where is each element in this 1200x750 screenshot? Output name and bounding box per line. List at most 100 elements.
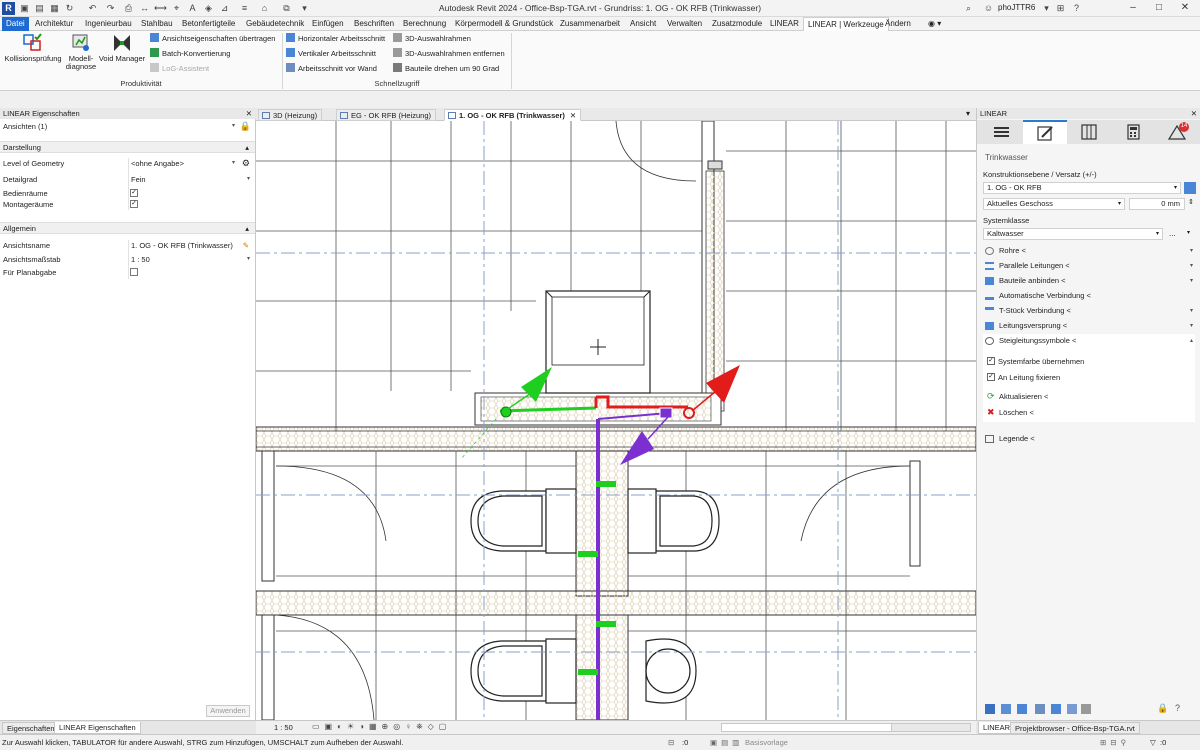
geschoss-select[interactable]: Aktuelles Geschoss ▾ xyxy=(983,198,1125,210)
category-darstellung[interactable]: Darstellung ▴ xyxy=(0,141,255,153)
chevron-down-icon[interactable]: ▾ xyxy=(1174,183,1177,193)
bauteile-anbinden-item[interactable]: Bauteile anbinden < ▾ xyxy=(983,274,1195,288)
tab-stahlbau[interactable]: Stahlbau xyxy=(137,17,177,31)
drawing-canvas[interactable] xyxy=(256,121,976,720)
chevron-down-icon[interactable]: ▾ xyxy=(232,121,235,132)
workset-icon[interactable]: ⊟ xyxy=(668,735,674,750)
chevron-down-icon[interactable]: ▾ xyxy=(247,174,250,185)
konstruktionsebene-select[interactable]: 1. OG - OK RFB ▾ xyxy=(983,182,1181,194)
chevron-down-icon[interactable]: ▾ xyxy=(232,158,235,169)
tab-aendern[interactable]: Ändern xyxy=(881,17,915,31)
fixieren-checkbox[interactable]: ✓ xyxy=(987,373,995,381)
legende-item[interactable]: Legende < xyxy=(983,432,1195,446)
close-icon[interactable]: ✕ xyxy=(246,108,252,119)
tab-verwalten[interactable]: Verwalten xyxy=(663,17,706,31)
chevron-down-icon[interactable]: ▾ xyxy=(1187,229,1190,236)
chevron-down-icon[interactable]: ▾ xyxy=(1190,274,1193,288)
automatische-verbindung-item[interactable]: Automatische Verbindung < xyxy=(983,289,1195,303)
calculator-icon[interactable] xyxy=(1111,120,1155,144)
tab-berechnung[interactable]: Berechnung xyxy=(399,17,450,31)
tab-zusammenarbeit[interactable]: Zusammenarbeit xyxy=(556,17,624,31)
tab-datei[interactable]: Datei xyxy=(2,17,29,31)
edit-icon[interactable] xyxy=(1023,120,1067,144)
import-icon[interactable] xyxy=(1001,704,1011,714)
search-icon[interactable]: ⌕ xyxy=(962,2,975,15)
ansichtseigenschaften-button[interactable]: Ansichtseigenschaften übertragen xyxy=(150,33,275,45)
columns-icon[interactable] xyxy=(1067,120,1111,144)
kollisionspruefung-button[interactable]: Kollisionsprüfung xyxy=(3,33,63,63)
lock-icon[interactable]: 🔒 xyxy=(1157,703,1168,714)
help-icon[interactable]: ? xyxy=(1070,2,1083,15)
chevron-down-icon[interactable]: ▾ xyxy=(1190,304,1193,318)
offset-stepper[interactable]: ⇕ xyxy=(1188,198,1194,206)
tab-betonfertigteile[interactable]: Betonfertigteile xyxy=(178,17,239,31)
montageraeume-checkbox[interactable]: ✓ xyxy=(130,200,138,208)
user-icon[interactable]: ☺ xyxy=(982,2,995,15)
prop-value[interactable]: 1. OG - OK RFB (Trinkwasser) xyxy=(131,240,233,251)
offset-input[interactable]: 0 mm xyxy=(1129,198,1185,210)
context-dropdown-icon[interactable]: ◉ ▾ xyxy=(924,17,945,31)
edit-name-icon[interactable]: ✎ xyxy=(243,240,249,251)
view-scale[interactable]: 1 : 50 xyxy=(274,723,293,732)
tab-linear-werkzeuge[interactable]: LINEAR | Werkzeuge xyxy=(803,17,889,31)
chevron-up-icon[interactable]: ▴ xyxy=(1190,334,1193,348)
rohre-item[interactable]: Rohre < ▾ xyxy=(983,244,1195,258)
minimize-button[interactable]: – xyxy=(1120,0,1146,17)
bedienraeume-checkbox[interactable]: ✓ xyxy=(130,189,138,197)
tab-projektbrowser[interactable]: Projektbrowser - Office-Bsp-TGA.rvt xyxy=(1010,722,1140,734)
tab-koerpermodell[interactable]: Körpermodell & Grundstück xyxy=(451,17,557,31)
maximize-button[interactable]: □ xyxy=(1146,0,1172,17)
help-icon[interactable]: ? xyxy=(1175,703,1180,713)
level-picker-icon[interactable] xyxy=(1184,182,1196,194)
collapse-icon[interactable]: ▴ xyxy=(245,142,249,154)
prop-value[interactable]: <ohne Angabe> xyxy=(131,158,184,169)
chevron-down-icon[interactable]: ▾ xyxy=(1156,229,1159,239)
planabgabe-checkbox[interactable] xyxy=(130,268,138,276)
tab-beschriften[interactable]: Beschriften xyxy=(350,17,398,31)
tab-overflow-icon[interactable]: ▾ xyxy=(966,109,970,118)
tab-architektur[interactable]: Architektur xyxy=(31,17,77,31)
status-icons[interactable]: ▣▤▥ xyxy=(710,735,743,750)
tab-3d-heizung[interactable]: 3D (Heizung) xyxy=(258,109,323,121)
chevron-down-icon[interactable]: ▾ xyxy=(1190,319,1193,333)
tab-zusatzmodule[interactable]: Zusatzmodule xyxy=(708,17,766,31)
close-icon[interactable]: ✕ xyxy=(1191,108,1197,119)
settings-icon[interactable] xyxy=(1081,704,1091,714)
chevron-down-icon[interactable]: ▾ xyxy=(1040,2,1053,15)
tab-gebaeudetechnik[interactable]: Gebäudetechnik xyxy=(242,17,308,31)
arbeitsschnitt-wand-button[interactable]: Arbeitsschnitt vor Wand xyxy=(286,63,377,75)
tab-linear[interactable]: LINEAR xyxy=(766,17,803,31)
sync-icon[interactable] xyxy=(1067,704,1077,714)
horizontal-scrollbar[interactable] xyxy=(721,723,971,732)
close-tab-icon[interactable]: ✕ xyxy=(570,111,576,120)
horizontaler-arbeitsschnitt-button[interactable]: Horizontaler Arbeitsschnitt xyxy=(286,33,385,45)
filter-icon[interactable]: ▽ xyxy=(1150,735,1156,750)
vertikaler-arbeitsschnitt-button[interactable]: Vertikaler Arbeitsschnitt xyxy=(286,48,376,60)
systemklasse-more-button[interactable]: ... xyxy=(1169,229,1176,238)
warning-icon[interactable]: 14 xyxy=(1155,120,1199,144)
category-allgemein[interactable]: Allgemein ▴ xyxy=(0,222,255,234)
menu-icon[interactable] xyxy=(979,120,1023,144)
prop-value[interactable]: Fein xyxy=(131,174,146,185)
tab-ingenieurbau[interactable]: Ingenieurbau xyxy=(81,17,136,31)
tab-einfuegen[interactable]: Einfügen xyxy=(308,17,348,31)
aktualisieren-button[interactable]: Aktualisieren < xyxy=(999,392,1048,401)
collapse-icon[interactable]: ▴ xyxy=(245,223,249,235)
void-manager-button[interactable]: Void Manager xyxy=(98,33,146,63)
systemfarbe-checkbox[interactable]: ✓ xyxy=(987,357,995,365)
view-control-icons[interactable]: ▭▣◐☀◑▦⊕◎♀⛯◇▢ xyxy=(312,722,451,732)
chevron-down-icon[interactable]: ▾ xyxy=(1190,244,1193,258)
type-selector[interactable]: Ansichten (1) ▾ 🔒 xyxy=(0,121,255,132)
export-icon[interactable] xyxy=(1017,704,1027,714)
tab-1og-trinkwasser[interactable]: 1. OG - OK RFB (Trinkwasser) ✕ xyxy=(444,109,582,121)
tab-ansicht[interactable]: Ansicht xyxy=(626,17,660,31)
parallele-leitungen-item[interactable]: Parallele Leitungen < ▾ xyxy=(983,259,1195,273)
bauteile-drehen-button[interactable]: Bauteile drehen um 90 Grad xyxy=(393,63,499,75)
download-icon[interactable] xyxy=(985,704,995,714)
modelldiagnose-button[interactable]: Modell- diagnose xyxy=(63,33,99,71)
cart-icon[interactable]: ⊞ xyxy=(1054,2,1067,15)
filter-icons[interactable]: ⊞⊟⚲ xyxy=(1100,735,1130,750)
close-window-button[interactable]: ✕ xyxy=(1172,0,1198,17)
leitungsversprung-item[interactable]: Leitungsversprung < ▾ xyxy=(983,319,1195,333)
steigleitungssymbole-item[interactable]: Steigleitungssymbole < ▴ xyxy=(983,334,1195,348)
